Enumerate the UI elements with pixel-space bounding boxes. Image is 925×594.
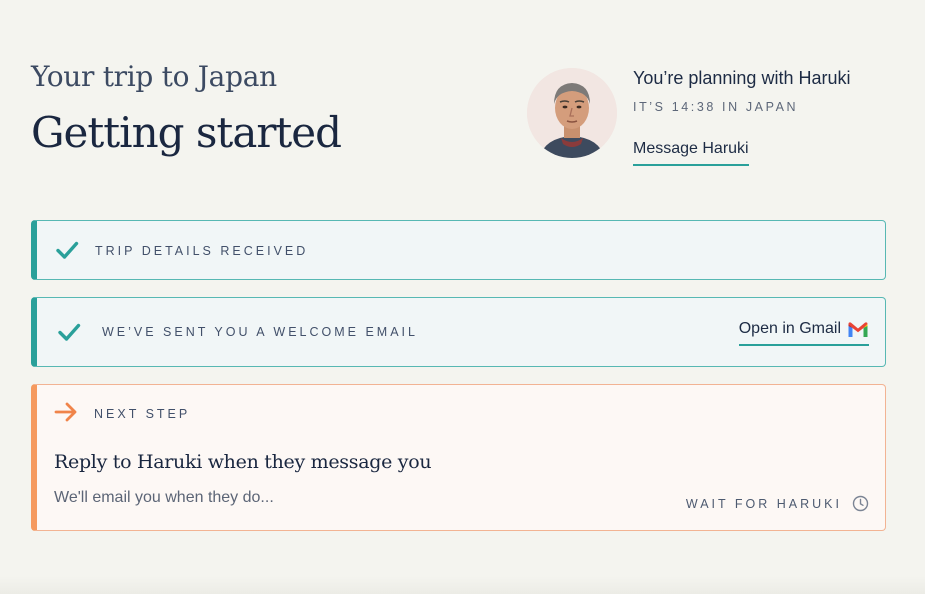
- step-label: WE’VE SENT YOU A WELCOME EMAIL: [102, 325, 418, 339]
- check-icon: [58, 323, 81, 341]
- check-icon: [56, 241, 79, 259]
- wait-status: WAIT FOR HARUKI: [686, 495, 869, 512]
- next-step-label: NEXT STEP: [94, 407, 191, 421]
- clock-icon: [852, 495, 869, 512]
- next-step-heading: Reply to Haruki when they message you: [54, 451, 432, 473]
- gmail-icon: [848, 321, 868, 337]
- person-avatar-icon: [527, 68, 617, 158]
- step-card-trip-details: TRIP DETAILS RECEIVED: [31, 220, 886, 280]
- local-time-text: IT’S 14:38 IN JAPAN: [633, 100, 799, 114]
- step-card-welcome-email: WE’VE SENT YOU A WELCOME EMAIL Open in G…: [31, 297, 886, 367]
- next-step-note: We'll email you when they do...: [54, 489, 274, 506]
- arrow-right-icon: [54, 402, 77, 422]
- page-title: Getting started: [31, 108, 342, 157]
- bottom-fade: [0, 576, 925, 594]
- page-subtitle: Your trip to Japan: [31, 60, 277, 93]
- message-planner-link[interactable]: Message Haruki: [633, 140, 749, 166]
- next-step-card: NEXT STEP Reply to Haruki when they mess…: [31, 384, 886, 531]
- step-label: TRIP DETAILS RECEIVED: [95, 244, 309, 258]
- avatar: [527, 68, 617, 158]
- open-in-gmail-label: Open in Gmail: [738, 320, 841, 337]
- wait-label: WAIT FOR HARUKI: [685, 496, 842, 511]
- planner-panel: You’re planning with Haruki IT’S 14:38 I…: [527, 68, 897, 178]
- open-in-gmail-link[interactable]: Open in Gmail: [738, 320, 869, 346]
- planning-with-text: You’re planning with Haruki: [633, 68, 851, 88]
